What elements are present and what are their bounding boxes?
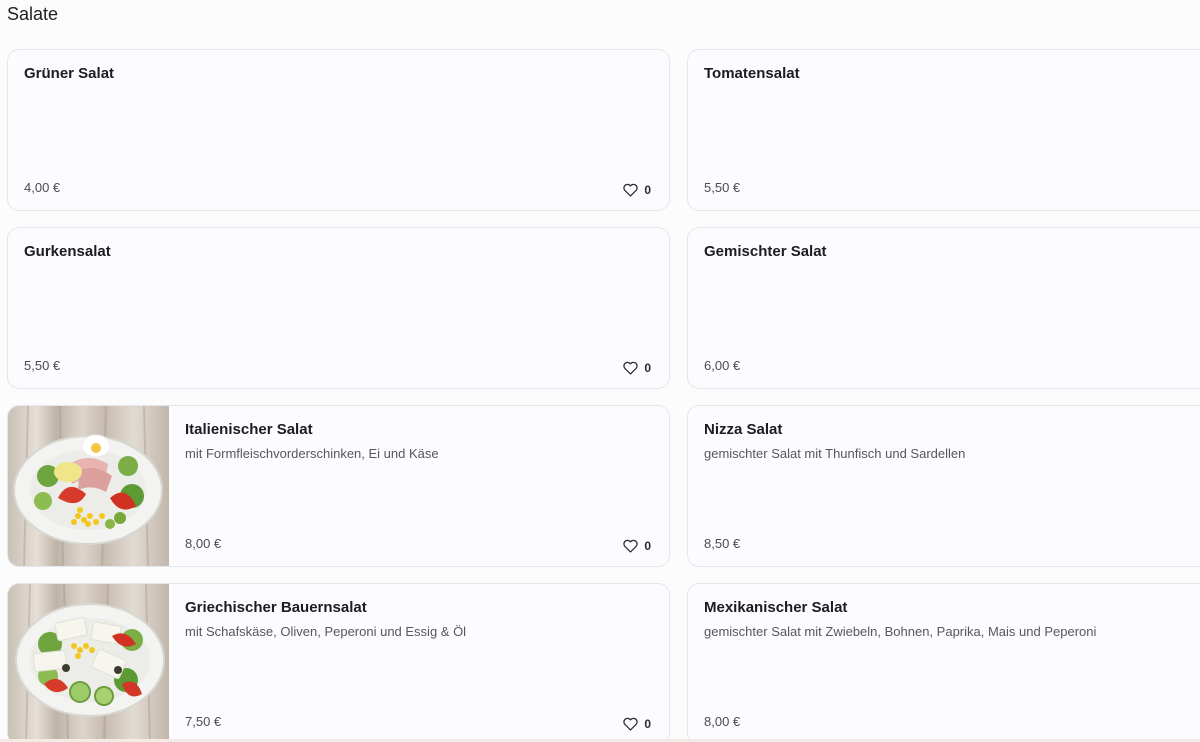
italian-salad-photo (8, 406, 169, 566)
item-description: gemischter Salat mit Thunfisch und Sarde… (704, 446, 966, 461)
greek-salad-photo (8, 584, 169, 742)
item-price: 8,00 € (185, 536, 222, 551)
item-name: Grüner Salat (24, 65, 115, 82)
heart-outline-icon (623, 183, 639, 197)
like-count: 0 (644, 183, 651, 197)
like-button[interactable]: 0 (623, 717, 651, 731)
menu-item-card[interactable]: Mexikanischer Salat gemischter Salat mit… (687, 583, 1200, 742)
menu-item-card[interactable]: Gurkensalat 5,50 € 0 (7, 227, 670, 389)
item-name: Tomatensalat (704, 65, 800, 82)
item-name: Gemischter Salat (704, 243, 827, 260)
menu-item-card[interactable]: Gemischter Salat 6,00 € (687, 227, 1200, 389)
item-description: gemischter Salat mit Zwiebeln, Bohnen, P… (704, 624, 1097, 639)
like-button[interactable]: 0 (623, 539, 651, 553)
item-price: 8,50 € (704, 536, 741, 551)
card-body: Nizza Salat gemischter Salat mit Thunfis… (688, 406, 1200, 566)
like-count: 0 (644, 717, 651, 731)
card-body: Tomatensalat 5,50 € (688, 50, 1200, 210)
heart-outline-icon (623, 717, 639, 731)
card-body: Mexikanischer Salat gemischter Salat mit… (688, 584, 1200, 742)
item-price: 6,00 € (704, 358, 741, 373)
like-button[interactable]: 0 (623, 361, 651, 375)
card-body: Grüner Salat 4,00 € 0 (8, 50, 669, 210)
menu-item-card[interactable]: Tomatensalat 5,50 € (687, 49, 1200, 211)
heart-outline-icon (623, 361, 639, 375)
item-name: Italienischer Salat (185, 421, 313, 438)
card-body: Gemischter Salat 6,00 € (688, 228, 1200, 388)
item-price: 7,50 € (185, 714, 222, 729)
item-price: 5,50 € (24, 358, 61, 373)
heart-outline-icon (623, 539, 639, 553)
item-name: Nizza Salat (704, 421, 783, 438)
card-body: Gurkensalat 5,50 € 0 (8, 228, 669, 388)
item-price: 4,00 € (24, 180, 61, 195)
item-name: Griechischer Bauernsalat (185, 599, 367, 616)
item-description: mit Formfleischvorderschinken, Ei und Kä… (185, 446, 439, 461)
item-name: Gurkensalat (24, 243, 111, 260)
menu-grid: Grüner Salat 4,00 € 0 Tomatensalat 5,50 … (7, 49, 1200, 742)
card-body: Italienischer Salat mit Formfleischvorde… (169, 406, 669, 566)
item-price: 5,50 € (704, 180, 741, 195)
item-name: Mexikanischer Salat (704, 599, 848, 616)
item-price: 8,00 € (704, 714, 741, 729)
menu-item-card[interactable]: Italienischer Salat mit Formfleischvorde… (7, 405, 670, 567)
like-button[interactable]: 0 (623, 183, 651, 197)
like-count: 0 (644, 361, 651, 375)
menu-item-card[interactable]: Grüner Salat 4,00 € 0 (7, 49, 670, 211)
item-description: mit Schafskäse, Oliven, Peperoni und Ess… (185, 624, 467, 639)
like-count: 0 (644, 539, 651, 553)
section-title: Salate (7, 4, 59, 24)
menu-item-card[interactable]: Griechischer Bauernsalat mit Schafskäse,… (7, 583, 670, 742)
menu-page: Salate Grüner Salat 4,00 € 0 Tomatensala… (0, 0, 1200, 742)
menu-item-card[interactable]: Nizza Salat gemischter Salat mit Thunfis… (687, 405, 1200, 567)
card-body: Griechischer Bauernsalat mit Schafskäse,… (169, 584, 669, 742)
